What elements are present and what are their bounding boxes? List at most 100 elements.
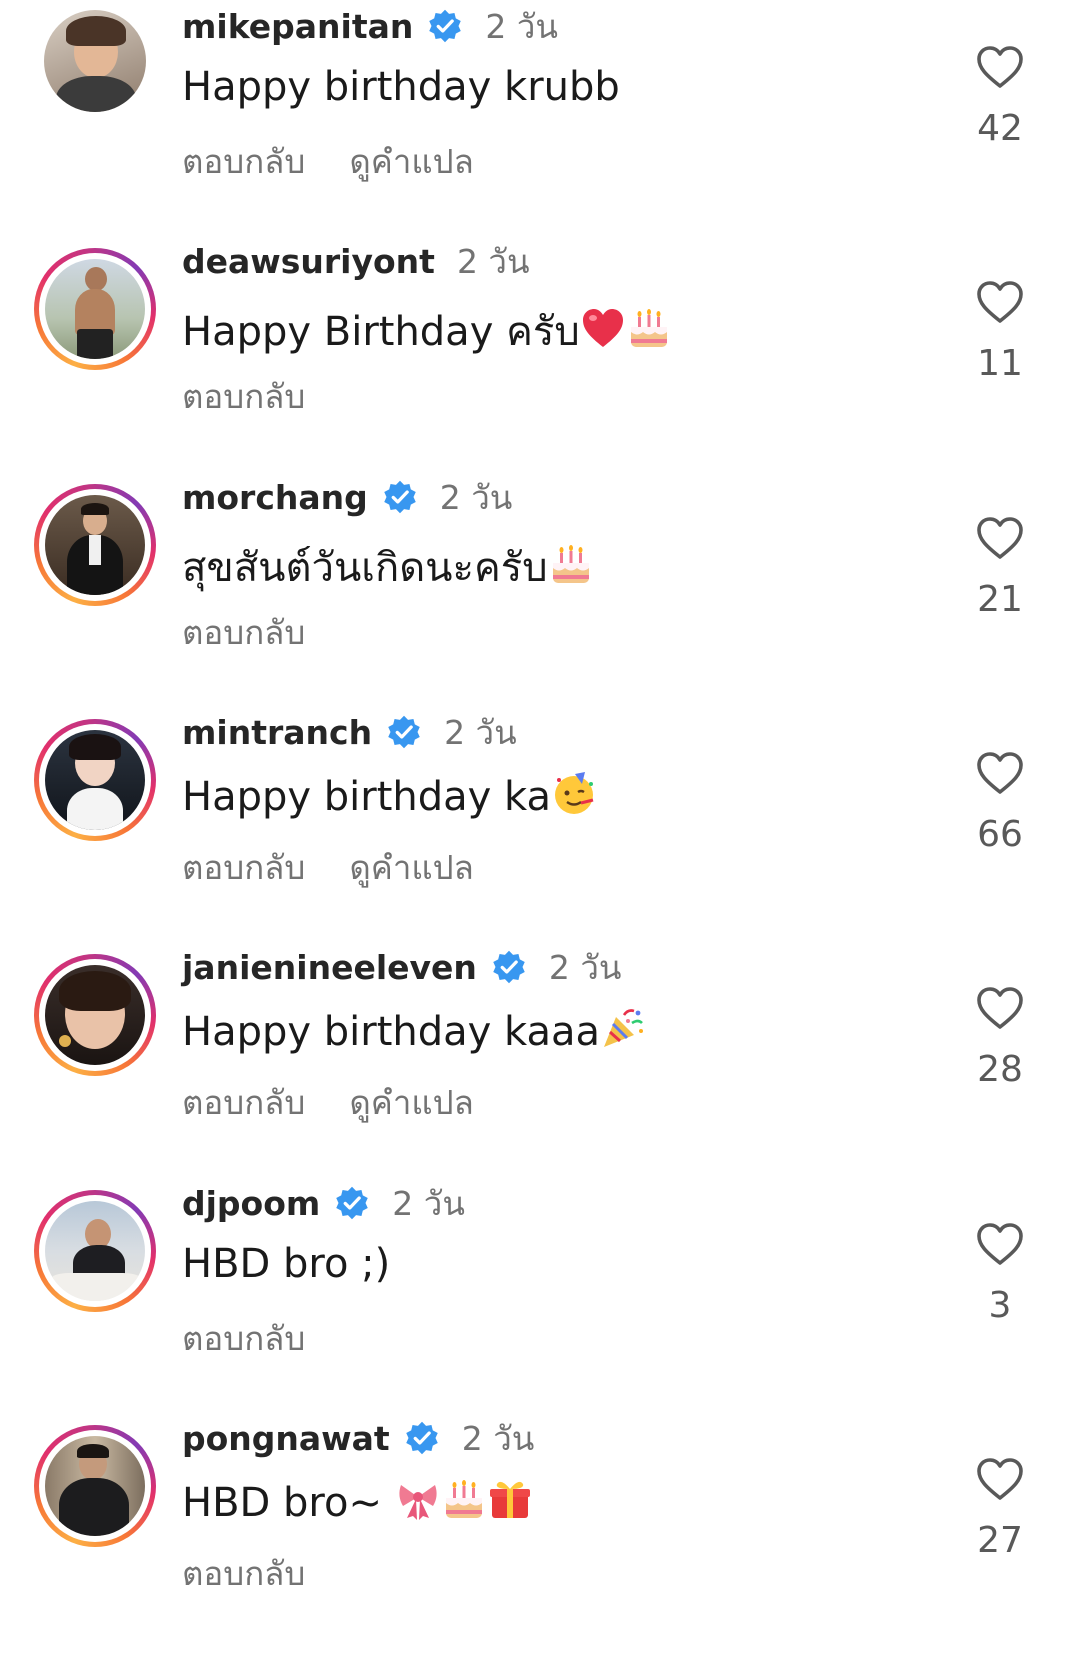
avatar-image [45, 259, 145, 359]
reply-button[interactable]: ตอบกลับ [182, 377, 305, 416]
verified-badge-icon [388, 715, 420, 749]
like-count: 27 [977, 1520, 1023, 1561]
birthday-cake-icon [445, 1480, 482, 1518]
heart-icon[interactable] [975, 279, 1025, 325]
avatar[interactable] [34, 248, 156, 370]
comment-text: HBD bro~ [182, 1476, 533, 1526]
comment-body: Happy birthday kaaa [182, 1009, 601, 1055]
heart-icon[interactable] [975, 1456, 1025, 1502]
comment-time: 2 วัน [461, 1418, 535, 1458]
comment-text: Happy birthday kaaa [182, 1005, 646, 1055]
like-count: 42 [977, 108, 1023, 149]
comment-meta: morchang 2 วัน [182, 475, 512, 519]
reply-button[interactable]: ตอบกลับ [182, 1554, 305, 1593]
party-popper-icon [604, 1009, 644, 1047]
reply-button[interactable]: ตอบกลับ [182, 613, 305, 652]
verified-badge-icon [384, 480, 416, 514]
comment-text: HBD bro ;) [182, 1241, 390, 1287]
comment-item: pongnawat 2 วัน HBD bro~ ตอบกลับ 27 [0, 1412, 1079, 1662]
verified-badge-icon [429, 9, 462, 43]
avatar[interactable] [44, 10, 146, 112]
heart-icon[interactable] [975, 985, 1025, 1031]
partying-face-icon [555, 772, 594, 814]
avatar[interactable] [34, 1190, 156, 1312]
comment-item: janienineeleven 2 วัน Happy birthday kaa… [0, 941, 1079, 1191]
birthday-cake-icon [552, 545, 589, 583]
comment-text: สุขสันต์วันเกิดนะครับ [182, 535, 594, 599]
like-count: 21 [977, 579, 1023, 620]
comment-actions: ตอบกลับ ดูคำแปล [182, 841, 474, 894]
comment-actions: ตอบกลับ [182, 1312, 305, 1365]
comment-text: Happy Birthday ครับ [182, 299, 672, 363]
comment-time: 2 วัน [485, 6, 558, 46]
comment-actions: ตอบกลับ ดูคำแปล [182, 135, 474, 188]
comment-meta: mikepanitan 2 วัน [182, 4, 558, 48]
comment-item: morchang 2 วัน สุขสันต์วันเกิดนะครับ ตอบ… [0, 471, 1079, 721]
username[interactable]: djpoom [182, 1184, 320, 1223]
username[interactable]: janienineeleven [182, 948, 477, 987]
comment-meta: djpoom 2 วัน [182, 1181, 465, 1225]
comment-meta: janienineeleven 2 วัน [182, 945, 621, 989]
reply-button[interactable]: ตอบกลับ [182, 848, 305, 887]
heart-icon[interactable] [975, 44, 1025, 90]
comment-time: 2 วัน [439, 477, 513, 517]
username[interactable]: deawsuriyont [182, 242, 435, 281]
comment-text: Happy birthday ka [182, 770, 597, 820]
avatar-image [45, 1436, 145, 1536]
comment-time: 2 วัน [444, 712, 517, 752]
reply-button[interactable]: ตอบกลับ [182, 142, 305, 181]
comment-actions: ตอบกลับ [182, 606, 305, 659]
see-translation-button[interactable]: ดูคำแปล [349, 848, 473, 887]
like-count: 66 [977, 814, 1023, 855]
comment-time: 2 วัน [392, 1183, 465, 1223]
comment-item: djpoom 2 วัน HBD bro ;) ตอบกลับ 3 [0, 1177, 1079, 1427]
like-count: 11 [977, 343, 1023, 384]
like-count: 3 [988, 1285, 1012, 1326]
comment-body: Happy birthday krubb [182, 64, 620, 110]
avatar-image [44, 10, 146, 112]
red-heart-icon [582, 309, 623, 347]
username[interactable]: pongnawat [182, 1419, 390, 1458]
comment-actions: ตอบกลับ [182, 370, 305, 423]
comment-item: deawsuriyont 2 วัน Happy Birthday ครับ ต… [0, 235, 1079, 485]
heart-icon[interactable] [975, 750, 1025, 796]
comment-body: Happy birthday ka [182, 774, 552, 820]
avatar-image [45, 495, 145, 595]
comment-time: 2 วัน [456, 241, 530, 281]
comment-item: mikepanitan 2 วัน Happy birthday krubb ต… [0, 0, 1079, 250]
reply-button[interactable]: ตอบกลับ [182, 1083, 305, 1122]
reply-button[interactable]: ตอบกลับ [182, 1319, 305, 1358]
avatar-image [45, 730, 145, 830]
comment-meta: deawsuriyont 2 วัน [182, 239, 530, 283]
see-translation-button[interactable]: ดูคำแปล [349, 1083, 473, 1122]
username[interactable]: mintranch [182, 713, 372, 752]
wrapped-gift-icon [489, 1481, 530, 1518]
comment-body: Happy Birthday ครับ [182, 309, 580, 355]
username[interactable]: mikepanitan [182, 7, 413, 46]
comment-meta: mintranch 2 วัน [182, 710, 517, 754]
avatar-image [45, 965, 145, 1065]
avatar[interactable] [34, 1425, 156, 1547]
comment-actions: ตอบกลับ ดูคำแปล [182, 1076, 474, 1129]
avatar[interactable] [34, 954, 156, 1076]
ribbon-icon [399, 1485, 437, 1520]
heart-icon[interactable] [975, 1221, 1025, 1267]
comment-body: HBD bro~ [182, 1480, 395, 1526]
birthday-cake-icon [630, 309, 667, 347]
avatar[interactable] [34, 719, 156, 841]
verified-badge-icon [405, 1421, 438, 1455]
avatar-image [45, 1201, 145, 1301]
comment-body: HBD bro ;) [182, 1241, 391, 1287]
avatar[interactable] [34, 484, 156, 606]
username[interactable]: morchang [182, 478, 368, 517]
comment-item: mintranch 2 วัน Happy birthday ka ตอบกลั… [0, 706, 1079, 956]
like-count: 28 [977, 1049, 1023, 1090]
heart-icon[interactable] [975, 515, 1025, 561]
comment-meta: pongnawat 2 วัน [182, 1416, 534, 1460]
comment-text: Happy birthday krubb [182, 64, 620, 110]
verified-badge-icon [336, 1186, 369, 1220]
see-translation-button[interactable]: ดูคำแปล [349, 142, 473, 181]
comment-body: สุขสันต์วันเกิดนะครับ [182, 545, 548, 591]
comment-actions: ตอบกลับ [182, 1547, 305, 1600]
comment-list: mikepanitan 2 วัน Happy birthday krubb ต… [0, 0, 1079, 1668]
